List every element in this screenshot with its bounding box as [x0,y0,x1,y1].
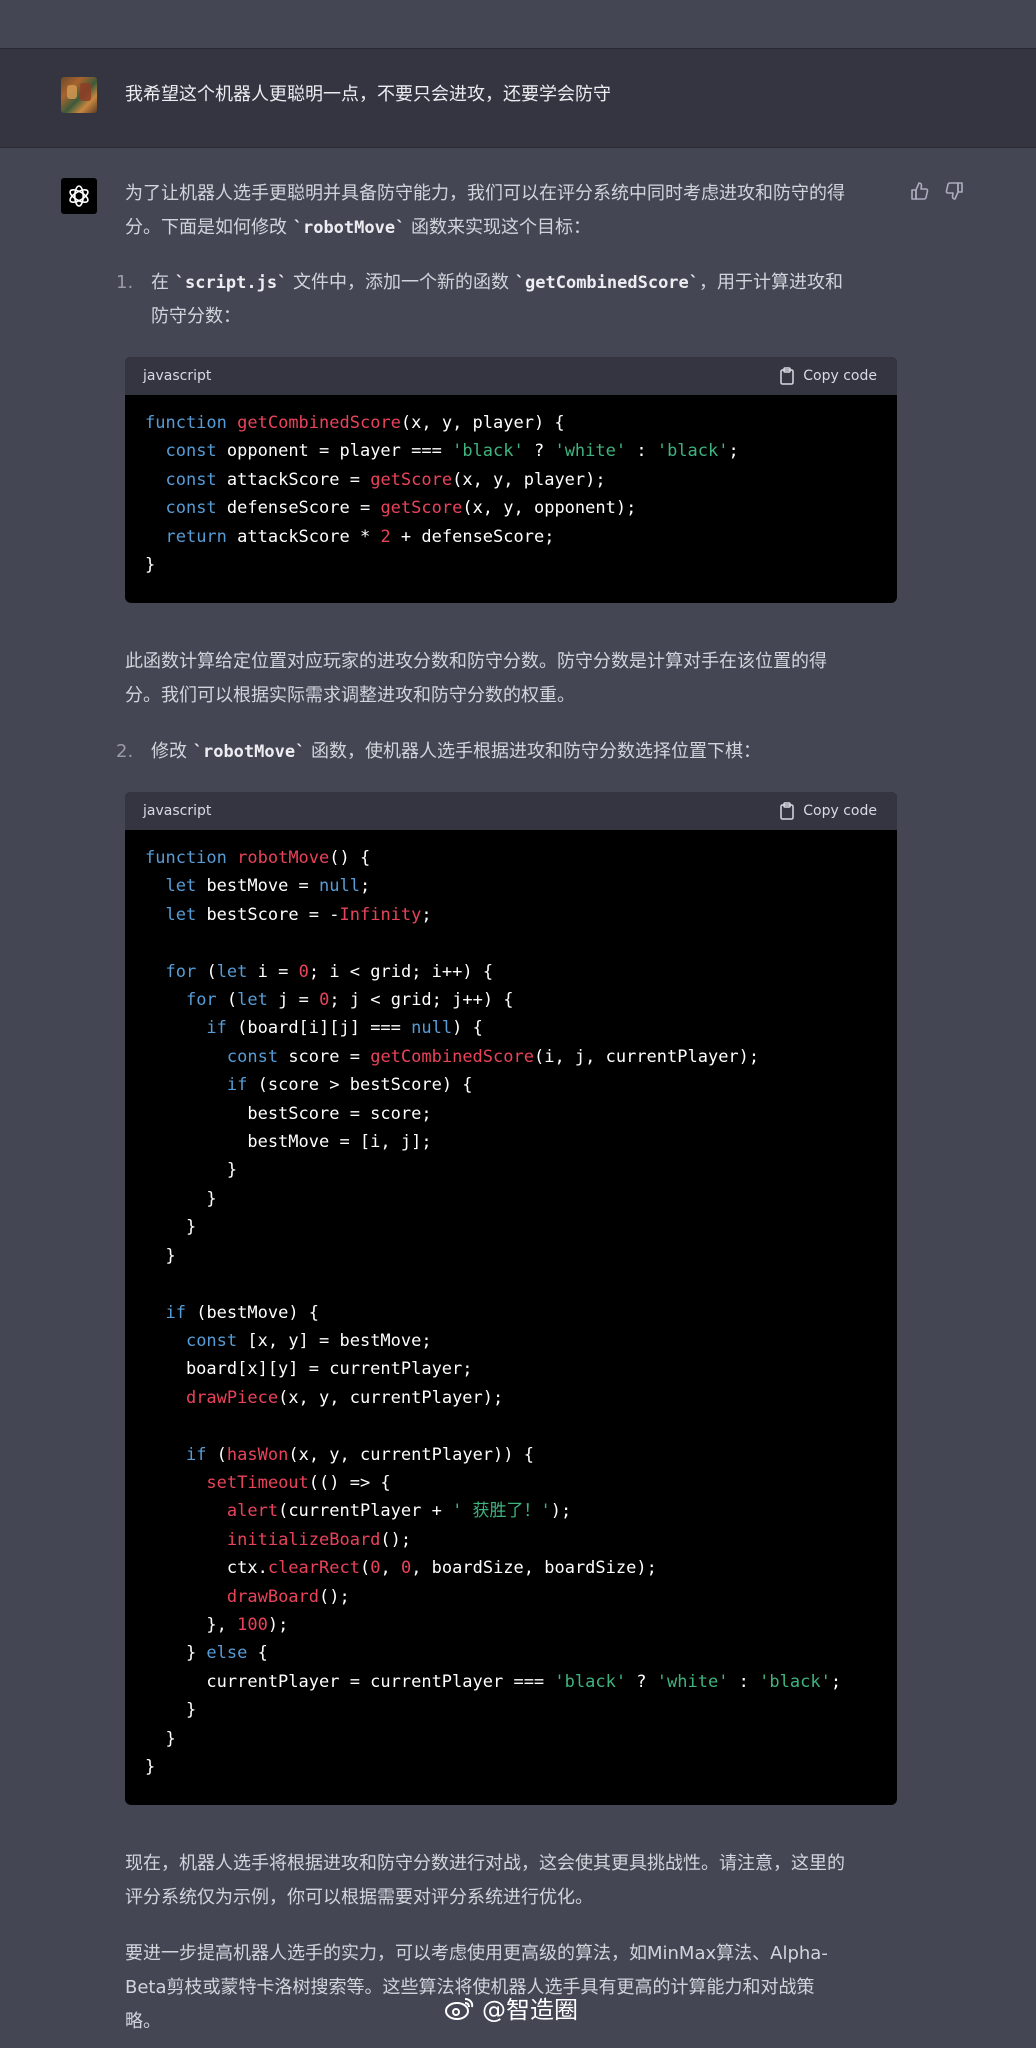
thumbs-up-icon[interactable] [909,180,931,202]
step-1-line-1: 在 `script.js` 文件中，添加一个新的函数 `getCombinedS… [151,266,911,300]
user-avatar [61,77,97,113]
thumbs-down-icon[interactable] [943,180,965,202]
inline-code-script-js: `script.js` [174,273,288,293]
intro-line-2: 分。下面是如何修改 `robotMove` 函数来实现这个目标： [125,211,897,245]
step-1-text-a: 在 [151,272,175,293]
watermark: @智造圈 [444,1990,578,2025]
copy-code-button[interactable]: Copy code [779,367,877,385]
inline-code-getcombinedscore: `getCombinedScore` [514,273,700,293]
clipboard-icon [780,367,795,385]
weibo-icon [445,1997,474,2020]
step-1-line-2: 防守分数： [151,306,241,327]
code-content-1: function getCombinedScore(x, y, player) … [145,413,739,576]
copy-code-label: Copy code [803,368,877,384]
closing-2-line-1: 要进一步提高机器人选手的实力，可以考虑使用更高级的算法，如MinMax算法、Al… [125,1943,828,1964]
watermark-text: @智造圈 [482,1996,578,2024]
intro-text-b: 函数来实现这个目标： [405,217,592,238]
step-1-text-b: 文件中，添加一个新的函数 [287,272,515,293]
step-2-text-b: 函数，使机器人选手根据进攻和防守分数选择位置下棋： [305,741,762,762]
step-1-text: 在 `script.js` 文件中，添加一个新的函数 `getCombinedS… [151,266,911,334]
step-2-text: 修改 `robotMove` 函数，使机器人选手根据进攻和防守分数选择位置下棋： [151,735,911,769]
closing-paragraph-1: 现在，机器人选手将根据进攻和防守分数进行对战，这会使其更具挑战性。请注意，这里的… [125,1847,897,1915]
step-2-text-a: 修改 [151,741,193,762]
list-number-2: 2. [116,741,134,762]
code-header-1: javascript Copy code [125,357,897,395]
code-header-2: javascript Copy code [125,792,897,830]
openai-logo-icon [61,178,97,214]
top-strip [0,0,1036,48]
explain-line-1: 此函数计算给定位置对应玩家的进攻分数和防守分数。防守分数是计算对手在该位置的得 [125,651,827,672]
intro-line-1: 为了让机器人选手更聪明并具备防守能力，我们可以在评分系统中同时考虑进攻和防守的得 [125,183,845,204]
closing-1-line-2: 评分系统仅为示例，你可以根据需要对评分系统进行优化。 [125,1887,593,1908]
clipboard-icon [780,802,795,820]
inline-code-robotmove: `robotMove` [292,218,406,238]
copy-code-label: Copy code [803,803,877,819]
list-number-1: 1. [116,272,134,293]
code-content-2: function robotMove() { let bestMove = nu… [145,848,842,1777]
explanation-paragraph: 此函数计算给定位置对应玩家的进攻分数和防守分数。防守分数是计算对手在该位置的得 … [125,645,897,713]
closing-1-line-1: 现在，机器人选手将根据进攻和防守分数进行对战，这会使其更具挑战性。请注意，这里的 [125,1853,845,1874]
copy-code-button[interactable]: Copy code [779,802,877,820]
step-1-text-c: ，用于计算进攻和 [699,272,844,293]
inline-code-robotmove-2: `robotMove` [192,742,306,762]
code-block-1: javascript Copy code function getCombine… [125,357,897,603]
assistant-intro: 为了让机器人选手更聪明并具备防守能力，我们可以在评分系统中同时考虑进攻和防守的得… [125,177,897,245]
user-message-text: 我希望这个机器人更聪明一点，不要只会进攻，还要学会防守 [125,84,611,105]
explain-line-2: 分。我们可以根据实际需求调整进攻和防守分数的权重。 [125,685,575,706]
intro-text-a: 分。下面是如何修改 [125,217,293,238]
user-message-row: 我希望这个机器人更聪明一点，不要只会进攻，还要学会防守 [0,48,1036,148]
code-language-label: javascript [143,368,212,384]
code-block-2: javascript Copy code function robotMove(… [125,792,897,1805]
code-language-label: javascript [143,803,212,819]
